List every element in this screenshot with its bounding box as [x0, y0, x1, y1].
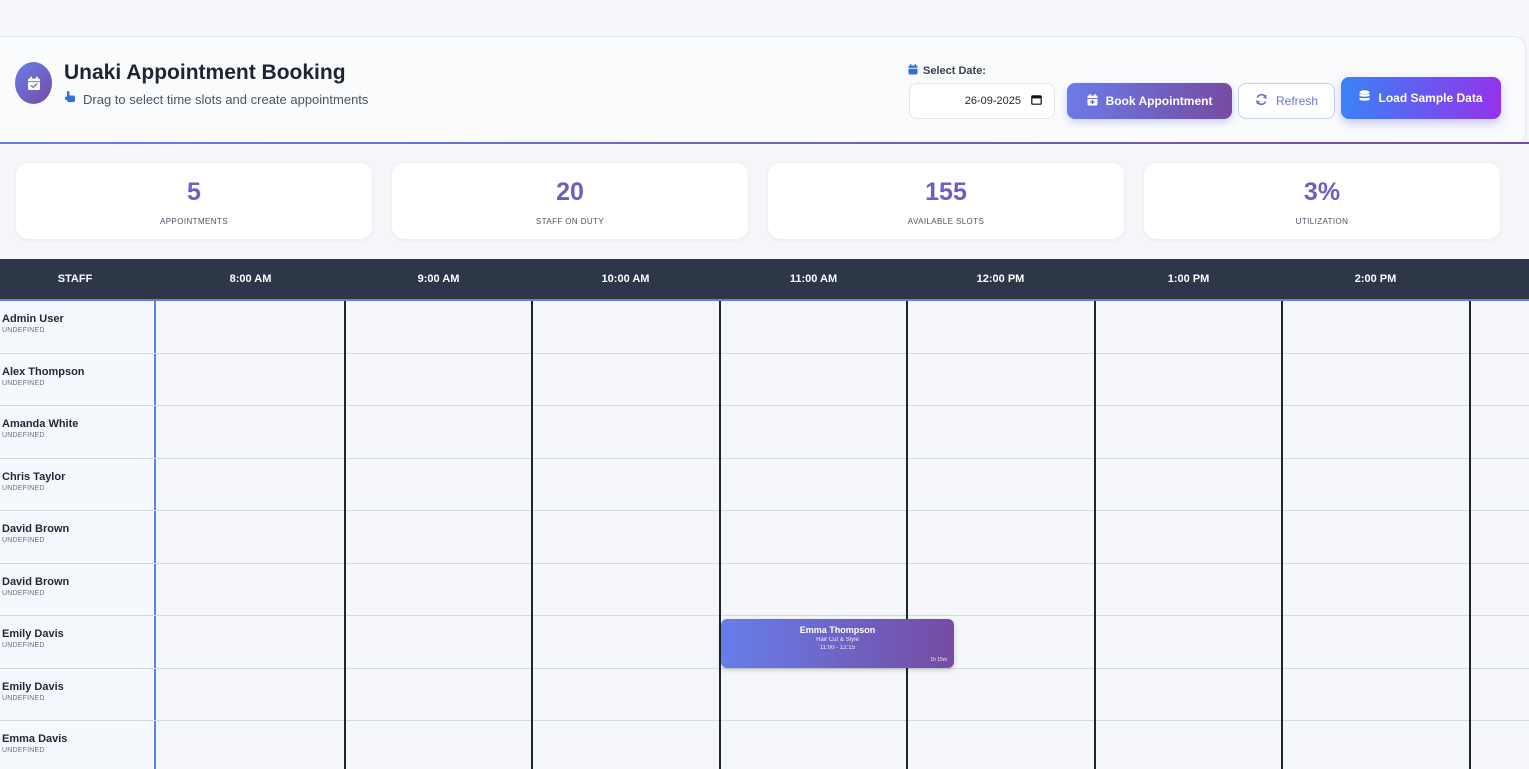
staff-name: Amanda White	[2, 418, 79, 430]
staff-role: UNDEFINED	[2, 694, 45, 702]
subtitle-row: Drag to select time slots and create app…	[64, 90, 368, 108]
database-icon	[1359, 90, 1370, 106]
hour-divider	[719, 301, 721, 769]
stat-label: APPOINTMENTS	[160, 216, 228, 226]
hour-divider	[344, 301, 346, 769]
staff-row[interactable]: Chris Taylor UNDEFINED	[0, 459, 1529, 511]
hour-divider	[1281, 301, 1283, 769]
top-strip	[0, 0, 1529, 36]
staff-row[interactable]: David Brown UNDEFINED	[0, 564, 1529, 616]
staff-name: Emily Davis	[2, 680, 64, 693]
staff-column-header: STAFF	[57, 273, 93, 285]
calendar-picker-icon[interactable]	[1031, 94, 1042, 108]
stat-label: STAFF ON DUTY	[535, 216, 605, 226]
staff-name: David Brown	[2, 523, 70, 535]
staff-row[interactable]: Alex Thompson UNDEFINED	[0, 354, 1529, 406]
staff-row[interactable]: David Brown UNDEFINED	[0, 511, 1529, 564]
time-header: 9:00 AM	[417, 273, 460, 285]
date-input[interactable]: 26-09-2025	[909, 83, 1055, 119]
staff-name: Emma Davis	[2, 733, 68, 745]
calendar-icon	[908, 62, 918, 80]
schedule-grid: Admin User UNDEFINED Alex Thompson UNDEF…	[0, 301, 1529, 769]
staff-role: UNDEFINED	[2, 379, 45, 387]
staff-name: Chris Taylor	[2, 470, 66, 483]
appointment-block[interactable]: Emma Thompson Hair Cut & Style 11:00 - 1…	[721, 619, 954, 668]
book-appointment-label: Book Appointment	[1105, 94, 1213, 108]
hand-pointer-icon	[64, 90, 77, 108]
time-header: 8:00 AM	[229, 273, 272, 285]
time-header: 12:00 PM	[976, 273, 1025, 285]
refresh-label: Refresh	[1275, 94, 1319, 108]
stat-label: UTILIZATION	[1295, 216, 1349, 226]
load-sample-data-button[interactable]: Load Sample Data	[1341, 77, 1501, 119]
staff-role: UNDEFINED	[2, 432, 45, 439]
page-subtitle: Drag to select time slots and create app…	[83, 91, 369, 107]
stat-value: 3%	[1303, 177, 1341, 206]
hour-divider	[531, 301, 533, 769]
calendar-plus-icon	[1087, 93, 1098, 109]
page-title: Unaki Appointment Booking	[64, 61, 346, 84]
time-header: 11:00 AM	[789, 273, 838, 285]
staff-role: UNDEFINED	[2, 747, 45, 754]
staff-role: UNDEFINED	[2, 589, 45, 597]
staff-row[interactable]: Amanda White UNDEFINED	[0, 406, 1529, 459]
time-header: 10:00 AM	[601, 273, 650, 285]
staff-row[interactable]: Admin User UNDEFINED	[0, 301, 1529, 354]
stat-card-staff-on-duty: 20 STAFF ON DUTY	[392, 163, 748, 239]
time-header: 1:00 PM	[1167, 273, 1210, 285]
book-appointment-button[interactable]: Book Appointment	[1067, 83, 1232, 119]
schedule-header: STAFF 8:00 AM 9:00 AM 10:00 AM 11:00 AM …	[0, 259, 1529, 301]
appointment-service: Hair Cut & Style	[816, 637, 859, 643]
appointment-duration: 1h 15m	[930, 657, 947, 663]
stat-value: 155	[925, 177, 967, 206]
stat-card-utilization: 3% UTILIZATION	[1144, 163, 1500, 239]
header-divider	[0, 142, 1529, 144]
staff-name: Alex Thompson	[2, 365, 85, 378]
refresh-icon	[1255, 93, 1268, 109]
staff-row[interactable]: Emma Davis UNDEFINED	[0, 721, 1529, 769]
load-sample-data-label: Load Sample Data	[1378, 91, 1483, 105]
calendar-check-icon	[15, 62, 52, 104]
staff-role: UNDEFINED	[2, 484, 45, 492]
hour-divider	[1469, 301, 1471, 769]
date-value: 26-09-2025	[964, 95, 1021, 107]
staff-row[interactable]: Emily Davis UNDEFINED	[0, 669, 1529, 721]
stat-card-available-slots: 155 AVAILABLE SLOTS	[768, 163, 1124, 239]
stat-value: 20	[556, 177, 584, 206]
staff-role: UNDEFINED	[2, 327, 45, 334]
stat-value: 5	[187, 177, 201, 206]
stat-card-appointments: 5 APPOINTMENTS	[16, 163, 372, 239]
stat-label: AVAILABLE SLOTS	[907, 216, 985, 226]
staff-name: Emily Davis	[2, 628, 64, 640]
date-label: Select Date:	[923, 65, 986, 77]
staff-role: UNDEFINED	[2, 642, 45, 649]
date-label-row: Select Date:	[908, 62, 986, 80]
hour-divider	[906, 301, 908, 769]
time-header: 2:00 PM	[1354, 273, 1397, 285]
staff-name: David Brown	[2, 575, 70, 588]
refresh-button[interactable]: Refresh	[1238, 83, 1335, 119]
staff-role: UNDEFINED	[2, 537, 45, 544]
hour-divider	[1094, 301, 1096, 769]
staff-name: Admin User	[2, 313, 64, 325]
appointment-time: 11:00 - 12:15	[820, 645, 855, 651]
appointment-client: Emma Thompson	[799, 625, 876, 635]
